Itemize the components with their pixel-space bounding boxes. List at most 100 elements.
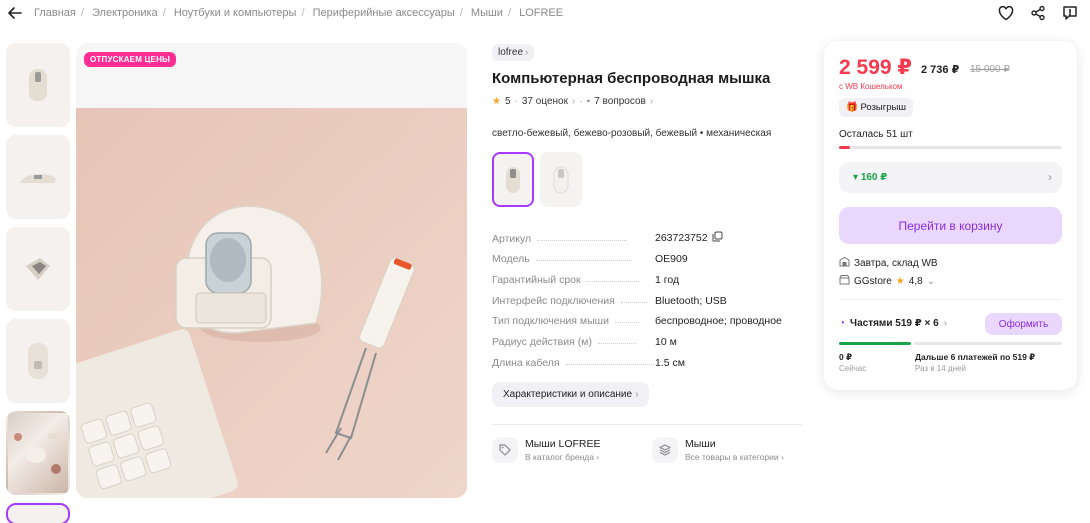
raffle-chip[interactable]: 🎁 Розыгрыш — [839, 98, 913, 117]
spec-row: Тип подключения мыши беспроводное; прово… — [492, 307, 804, 328]
price-main: 2 599 ₽ — [839, 56, 912, 79]
catalog-links: Мыши LOFREE В каталог бренда › Мыши Все … — [492, 436, 804, 463]
thumbnail[interactable] — [6, 227, 70, 311]
color-swatches — [492, 152, 804, 207]
breadcrumb: Главная / Электроника / Ноутбуки и компьют… — [34, 7, 564, 19]
layers-icon — [652, 436, 678, 463]
characteristics-label: Характеристики и описание — [503, 388, 633, 400]
raffle-label: Розыгрыш — [860, 102, 906, 113]
divider — [492, 423, 802, 425]
price-old: 15 000 ₽ — [970, 64, 1010, 75]
brand-label: lofree — [498, 47, 524, 58]
warehouse-icon — [839, 256, 850, 270]
spec-value: 1.5 см — [655, 356, 685, 369]
rating-value: 5 — [504, 96, 511, 107]
spec-row: Гарантийный срок 1 год — [492, 265, 804, 286]
variant-description: светло-бежевый, бежево-розовый, бежевый … — [492, 128, 772, 139]
breadcrumb-item[interactable]: Главная — [34, 7, 76, 19]
breadcrumb-item[interactable]: Ноутбуки и компьютеры — [174, 7, 297, 19]
stock-remaining: Осталась 51 шт — [839, 129, 913, 140]
spec-value: беспроводное; проводное — [655, 315, 782, 328]
tag-icon — [492, 436, 518, 463]
spec-key: Радиус действия (м) — [492, 336, 592, 349]
installment-now-amount: 0 ₽ — [839, 352, 853, 362]
article-number: 263723752 — [655, 231, 708, 244]
stock-bar-fill — [839, 146, 851, 149]
spec-value: OE909 — [655, 253, 688, 266]
thumbnail[interactable] — [6, 319, 70, 403]
spec-key: Гарантийный срок — [492, 274, 581, 287]
star-icon: ★ — [492, 96, 501, 107]
cashback-value: 160 ₽ — [860, 172, 888, 183]
category-link[interactable]: Мыши Все товары в категории › — [652, 436, 802, 463]
top-actions — [996, 3, 1080, 23]
spec-row: Интерфейс подключения Bluetooth; USB — [492, 286, 804, 307]
spec-key: Модель — [492, 253, 530, 266]
gift-icon: 🎁 — [846, 102, 858, 113]
spec-value: Bluetooth; USB — [655, 294, 727, 307]
spec-row: Модель OE909 — [492, 245, 804, 266]
top-bar: Главная / Электроника / Ноутбуки и компьют… — [0, 0, 1090, 28]
brand-catalog-link[interactable]: Мыши LOFREE В каталог бренда › — [492, 436, 642, 463]
share-icon[interactable] — [1028, 3, 1048, 23]
installment-progress-now — [839, 342, 911, 345]
brand-chip[interactable]: lofree › — [492, 44, 535, 61]
sale-badge: ОТПУСКАЕМ ЦЕНЫ — [84, 52, 177, 67]
arrow-down-icon: ▾ — [853, 172, 859, 183]
questions-icon: ▪ — [586, 96, 591, 107]
breadcrumb-item[interactable]: Мыши — [471, 7, 503, 19]
thumbnail[interactable] — [6, 43, 70, 127]
installments-row[interactable]: ◔ Частями 519 ₽ × 6 › — [839, 318, 947, 329]
chevron-right-icon: › — [1048, 170, 1052, 184]
thumbnail-strip — [6, 43, 72, 523]
questions-link[interactable]: 7 вопросов — [594, 96, 646, 107]
breadcrumb-item[interactable]: LOFREE — [519, 7, 563, 19]
spec-value: 263723752 — [655, 231, 723, 245]
color-swatch-selected[interactable] — [492, 152, 534, 207]
installment-later-label: Раз в 14 дней — [915, 364, 966, 373]
main-product-image[interactable]: ОТПУСКАЕМ ЦЕНЫ — [76, 43, 467, 498]
delivery-text: Завтра, склад WB — [854, 257, 938, 269]
copy-icon[interactable] — [712, 231, 723, 245]
stock-bar — [839, 146, 1062, 149]
cashback-row[interactable]: ▾ 160 ₽ › — [839, 162, 1062, 193]
specs-list: Артикул 263723752 Модель OE909 Гарантийн… — [492, 224, 804, 369]
spec-key: Артикул — [492, 232, 532, 245]
spec-key: Длина кабеля — [492, 356, 560, 369]
spec-key: Интерфейс подключения — [492, 294, 615, 307]
divider — [839, 299, 1062, 300]
wallet-note: с WB Кошельком — [839, 82, 903, 91]
installment-progress-later — [914, 342, 1062, 345]
product-title: Компьютерная беспроводная мышка — [492, 70, 771, 87]
product-info: lofree › Компьютерная беспроводная мышка … — [492, 42, 804, 463]
reviews-link[interactable]: 37 оценок — [522, 96, 568, 107]
spec-value: 1 год — [655, 274, 680, 287]
delivery-info: Завтра, склад WB — [839, 256, 938, 270]
spec-row: Радиус действия (м) 10 м — [492, 327, 804, 348]
seller-info[interactable]: GGstore ★ 4,8 ⌄ — [839, 274, 935, 288]
breadcrumb-item[interactable]: Электроника — [92, 7, 158, 19]
thumbnail[interactable] — [6, 135, 70, 219]
seller-rating: 4,8 — [908, 275, 923, 287]
thumbnail[interactable] — [6, 411, 70, 495]
color-swatch[interactable] — [540, 152, 582, 207]
chevron-down-icon: ⌄ — [926, 275, 936, 287]
spec-row: Длина кабеля 1.5 см — [492, 348, 804, 369]
go-to-cart-button[interactable]: Перейти в корзину — [839, 207, 1062, 244]
heart-icon[interactable] — [996, 3, 1016, 23]
spec-row: Артикул 263723752 — [492, 224, 804, 245]
breadcrumb-item[interactable]: Периферийные аксессуары — [313, 7, 455, 19]
link-title: Мыши LOFREE — [525, 437, 601, 450]
installments-icon: ◔ — [839, 318, 846, 329]
link-subtitle: Все товары в категории — [685, 451, 779, 462]
thumbnail-selected[interactable] — [6, 503, 70, 523]
characteristics-button[interactable]: Характеристики и описание › — [492, 381, 650, 407]
link-subtitle: В каталог бренда — [525, 451, 594, 462]
installments-text: Частями 519 ₽ × 6 — [850, 318, 939, 329]
product-photo — [76, 108, 467, 498]
report-icon[interactable] — [1060, 3, 1080, 23]
installments-order-button[interactable]: Оформить — [985, 313, 1062, 335]
back-arrow-icon[interactable] — [6, 4, 24, 22]
star-icon: ★ — [895, 275, 905, 287]
shop-icon — [839, 274, 850, 288]
